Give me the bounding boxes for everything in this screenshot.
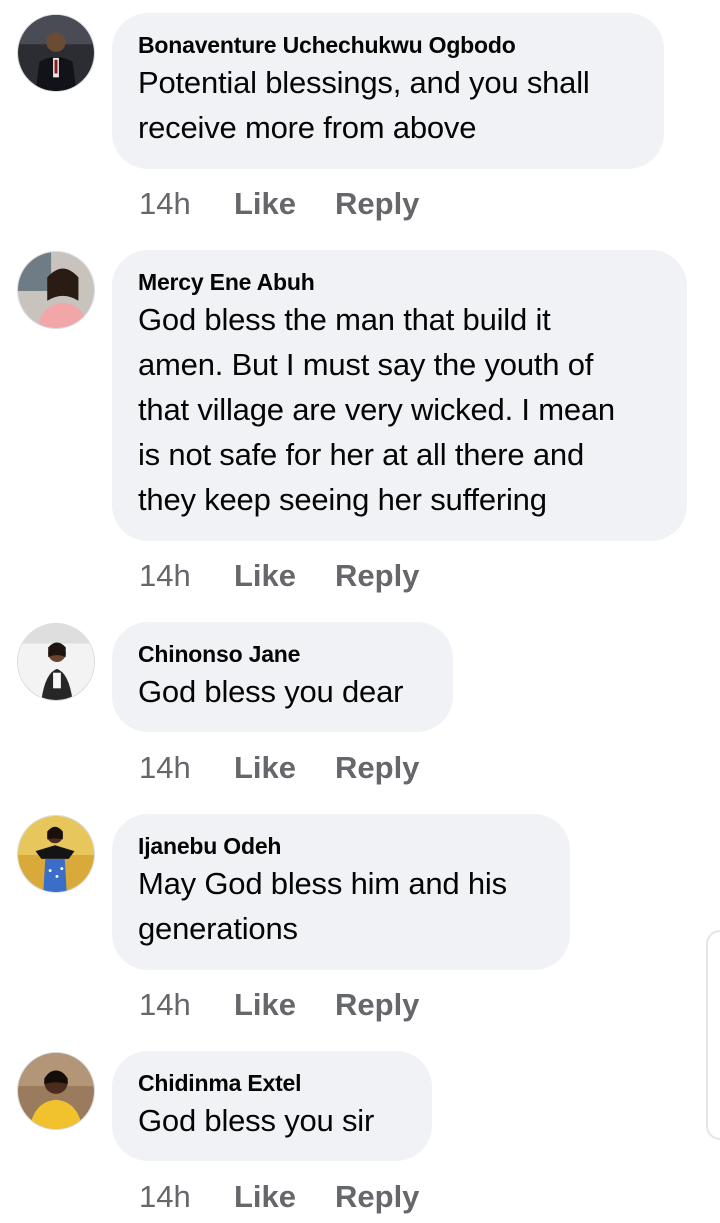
like-button[interactable]: Like [234, 987, 335, 1023]
profile-photo [18, 252, 94, 328]
comment-bubble: Ijanebu Odeh May God bless him and his g… [112, 814, 570, 970]
avatar[interactable] [17, 1052, 95, 1130]
comment-bubble: Bonaventure Uchechukwu Ogbodo Potential … [112, 13, 664, 169]
like-button[interactable]: Like [234, 186, 335, 222]
comment-author[interactable]: Chidinma Extel [138, 1069, 406, 1097]
profile-photo [18, 15, 94, 91]
comment-author[interactable]: Ijanebu Odeh [138, 832, 544, 860]
comment-author[interactable]: Mercy Ene Abuh [138, 268, 661, 296]
like-button[interactable]: Like [234, 1179, 335, 1215]
reply-button[interactable]: Reply [335, 186, 419, 222]
reply-button[interactable]: Reply [335, 558, 419, 594]
avatar[interactable] [17, 815, 95, 893]
comment-timestamp[interactable]: 14h [139, 987, 234, 1023]
avatar[interactable] [17, 14, 95, 92]
like-button[interactable]: Like [234, 750, 335, 786]
comment-actions: 14h Like Reply [139, 985, 419, 1025]
comment-text: May God bless him and his generations [138, 866, 507, 946]
avatar[interactable] [17, 251, 95, 329]
reply-button[interactable]: Reply [335, 1179, 419, 1215]
comment-actions: 14h Like Reply [139, 1177, 419, 1217]
comment-author[interactable]: Chinonso Jane [138, 640, 427, 668]
comment-timestamp[interactable]: 14h [139, 558, 234, 594]
avatar[interactable] [17, 623, 95, 701]
comment-timestamp[interactable]: 14h [139, 1179, 234, 1215]
profile-photo [18, 624, 94, 700]
comment-bubble: Mercy Ene Abuh God bless the man that bu… [112, 250, 687, 541]
comment-text: God bless you sir [138, 1103, 375, 1138]
reply-button[interactable]: Reply [335, 987, 419, 1023]
comment-actions: 14h Like Reply [139, 748, 419, 788]
comment-text: God bless you dear [138, 674, 404, 709]
comment-bubble: Chinonso Jane God bless you dear [112, 622, 453, 732]
comment-text: God bless the man that build it amen. Bu… [138, 302, 615, 517]
comment-timestamp[interactable]: 14h [139, 750, 234, 786]
comment-bubble: Chidinma Extel God bless you sir [112, 1051, 432, 1161]
profile-photo [18, 816, 94, 892]
comment-author[interactable]: Bonaventure Uchechukwu Ogbodo [138, 31, 638, 59]
comment-actions: 14h Like Reply [139, 184, 419, 224]
comment-timestamp[interactable]: 14h [139, 186, 234, 222]
reply-button[interactable]: Reply [335, 750, 419, 786]
comment-text: Potential blessings, and you shall recei… [138, 65, 590, 145]
floating-edge-panel[interactable] [706, 930, 720, 1140]
profile-photo [18, 1053, 94, 1129]
like-button[interactable]: Like [234, 558, 335, 594]
comment-actions: 14h Like Reply [139, 556, 419, 596]
